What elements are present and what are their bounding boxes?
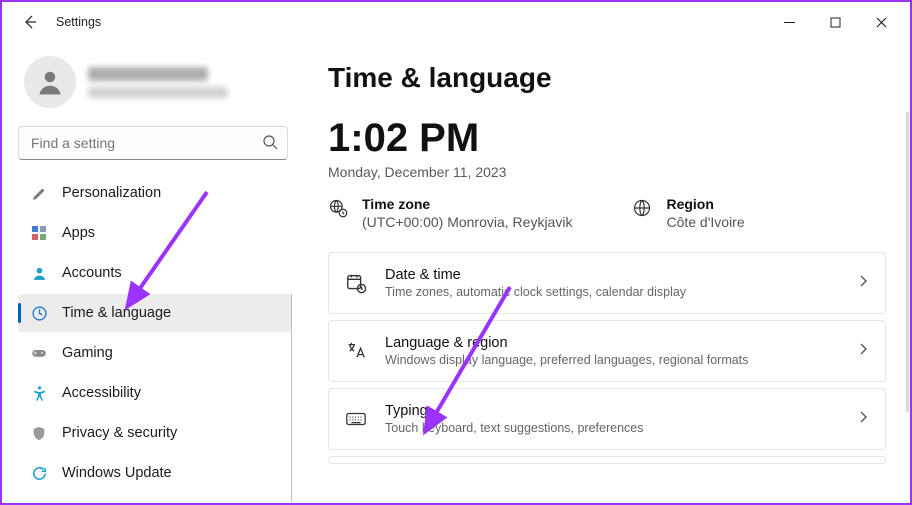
region-value: Côte d'Ivoire [666, 214, 744, 230]
card-title: Date & time [385, 267, 839, 283]
sidebar-item-label: Accounts [62, 265, 122, 281]
sidebar-item-windows-update[interactable]: Windows Update [18, 454, 292, 492]
card-subtitle: Windows display language, preferred lang… [385, 353, 839, 367]
sidebar-item-label: Apps [62, 225, 95, 241]
sidebar-item-apps[interactable]: Apps [18, 214, 292, 252]
maximize-button[interactable] [812, 6, 858, 38]
timezone-info: Time zone (UTC+00:00) Monrovia, Reykjavi… [328, 196, 572, 230]
card-subtitle: Time zones, automatic clock settings, ca… [385, 285, 839, 299]
clock-display: 1:02 PM [328, 118, 886, 158]
card-partial[interactable] [328, 456, 886, 464]
person-icon [30, 264, 48, 282]
window-title: Settings [56, 15, 101, 29]
date-display: Monday, December 11, 2023 [328, 164, 886, 180]
settings-cards: Date & time Time zones, automatic clock … [328, 252, 886, 464]
card-title: Typing [385, 403, 839, 419]
minimize-button[interactable] [766, 6, 812, 38]
card-typing[interactable]: Typing Touch keyboard, text suggestions,… [328, 388, 886, 450]
page-title: Time & language [328, 62, 886, 94]
card-subtitle: Touch keyboard, text suggestions, prefer… [385, 421, 839, 435]
main-pane: Time & language 1:02 PM Monday, December… [300, 42, 910, 503]
shield-icon [30, 424, 48, 442]
nav-list: Personalization Apps Accounts Time & lan… [18, 174, 292, 492]
search-input[interactable] [18, 126, 288, 160]
card-language-region[interactable]: Language & region Windows display langua… [328, 320, 886, 382]
clock-globe-icon [30, 304, 48, 322]
sidebar-item-time-language[interactable]: Time & language [18, 294, 292, 332]
calendar-clock-icon [345, 272, 367, 294]
profile-block[interactable] [18, 42, 292, 126]
sidebar-item-accounts[interactable]: Accounts [18, 254, 292, 292]
sidebar-item-label: Personalization [62, 185, 161, 201]
region-label: Region [666, 196, 744, 212]
region-info: Region Côte d'Ivoire [632, 196, 744, 230]
sidebar-item-label: Accessibility [62, 385, 141, 401]
scrollbar[interactable] [906, 112, 909, 412]
chevron-right-icon [857, 410, 869, 428]
card-date-time[interactable]: Date & time Time zones, automatic clock … [328, 252, 886, 314]
info-row: Time zone (UTC+00:00) Monrovia, Reykjavi… [328, 196, 886, 230]
sidebar: Personalization Apps Accounts Time & lan… [2, 42, 300, 503]
card-title: Language & region [385, 335, 839, 351]
sidebar-item-privacy[interactable]: Privacy & security [18, 414, 292, 452]
globe-icon [632, 198, 652, 218]
titlebar: Settings [2, 2, 910, 42]
accessibility-icon [30, 384, 48, 402]
sidebar-item-label: Windows Update [62, 465, 172, 481]
sidebar-divider [291, 294, 292, 502]
language-icon [345, 340, 367, 362]
update-icon [30, 464, 48, 482]
chevron-right-icon [857, 342, 869, 360]
search-box[interactable] [18, 126, 288, 160]
sidebar-item-label: Time & language [62, 305, 171, 321]
timezone-value: (UTC+00:00) Monrovia, Reykjavik [362, 214, 572, 230]
timezone-icon [328, 198, 348, 218]
sidebar-item-accessibility[interactable]: Accessibility [18, 374, 292, 412]
keyboard-icon [345, 408, 367, 430]
apps-icon [30, 224, 48, 242]
close-button[interactable] [858, 6, 904, 38]
back-button[interactable] [20, 12, 40, 32]
sidebar-item-personalization[interactable]: Personalization [18, 174, 292, 212]
sidebar-item-label: Gaming [62, 345, 113, 361]
profile-text [88, 67, 228, 98]
chevron-right-icon [857, 274, 869, 292]
paintbrush-icon [30, 184, 48, 202]
avatar [24, 56, 76, 108]
timezone-label: Time zone [362, 196, 572, 212]
gamepad-icon [30, 344, 48, 362]
sidebar-item-gaming[interactable]: Gaming [18, 334, 292, 372]
sidebar-item-label: Privacy & security [62, 425, 177, 441]
search-icon [262, 134, 278, 155]
